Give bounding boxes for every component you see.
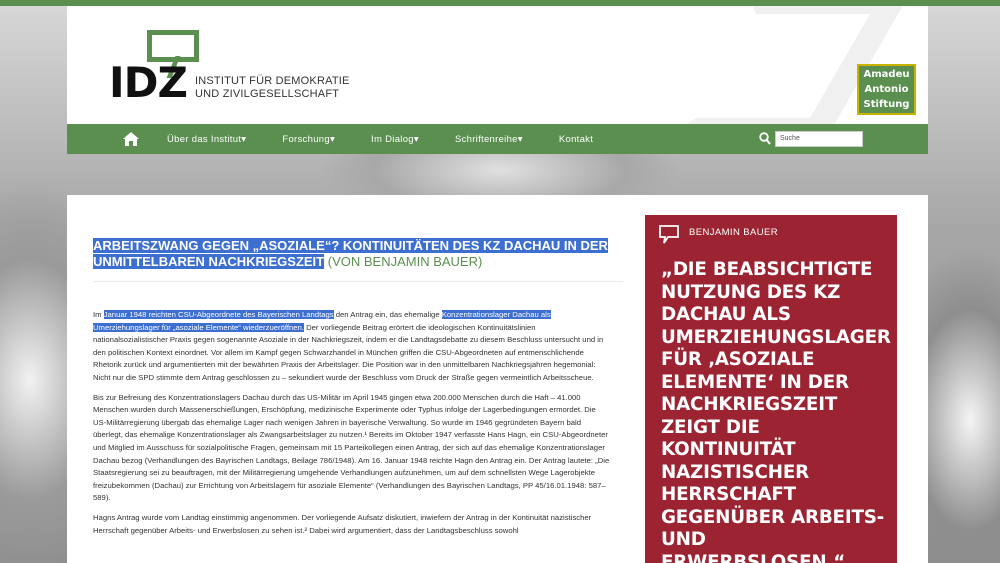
speech-bubble-icon — [659, 225, 679, 244]
nav-item-dialog[interactable]: Im Dialog▾ — [371, 134, 419, 145]
nav-item-institut[interactable]: Über das Institut▾ — [167, 134, 246, 145]
dropdown-caret-icon: ▾ — [413, 133, 419, 145]
article-title: Arbeitszwang gegen „Asoziale“? Kontinuit… — [93, 238, 613, 270]
partner-line-2: Antonio — [864, 84, 909, 95]
dropdown-caret-icon: ▾ — [329, 133, 336, 145]
quote-footer-mark: · — [661, 551, 663, 557]
partner-line-3: Stiftung — [863, 99, 910, 110]
article-author: (von Benjamin Bauer) — [327, 254, 483, 269]
nav-item-kontakt[interactable]: Kontakt — [559, 134, 593, 145]
site-header: IDZ Institut für Demokratie und Zivilges… — [67, 6, 928, 124]
quote-author: Benjamin Bauer — [689, 227, 779, 238]
paragraph: Bis zur Befreiung des Konzentrationslage… — [93, 392, 610, 503]
divider — [93, 281, 623, 282]
search-icon[interactable] — [759, 132, 771, 145]
main-nav: Über das Institut▾ Forschung▾ Im Dialog▾… — [67, 124, 928, 154]
partner-logo[interactable]: Amadeu Antonio Stiftung — [857, 64, 916, 115]
search-input[interactable]: Suche — [775, 131, 863, 147]
pull-quote: Benjamin Bauer „Die beabsichtigte Nutzun… — [645, 215, 897, 563]
home-icon — [123, 132, 139, 146]
home-button[interactable] — [87, 124, 139, 154]
logo-line-1: Institut für Demokratie — [195, 75, 350, 87]
paragraph: Hagns Antrag wurde vom Landtag einstimmi… — [93, 512, 592, 535]
logo-line-2: und Zivilgesellschaft — [195, 88, 340, 100]
dropdown-caret-icon: ▾ — [517, 133, 523, 145]
nav-item-schriftenreihe[interactable]: Schriftenreihe▾ — [455, 134, 523, 145]
article-body: Im Januar 1948 reichten CSU-Abgeordnete … — [93, 309, 611, 544]
logo-letters: IDZ — [109, 58, 188, 107]
quote-text: „Die beabsichtigte Nutzung des KZ Dachau… — [661, 259, 891, 563]
nav-item-forschung[interactable]: Forschung▾ — [282, 134, 335, 145]
dropdown-caret-icon: ▾ — [241, 133, 247, 145]
paragraph: Im Januar 1948 reichten CSU-Abgeordnete … — [93, 310, 604, 382]
selected-text: Januar 1948 reichten CSU-Abgeordnete des… — [103, 310, 334, 319]
logo-text: Institut für Demokratie und Zivilgesells… — [195, 75, 350, 101]
partner-line-1: Amadeu — [863, 69, 910, 80]
